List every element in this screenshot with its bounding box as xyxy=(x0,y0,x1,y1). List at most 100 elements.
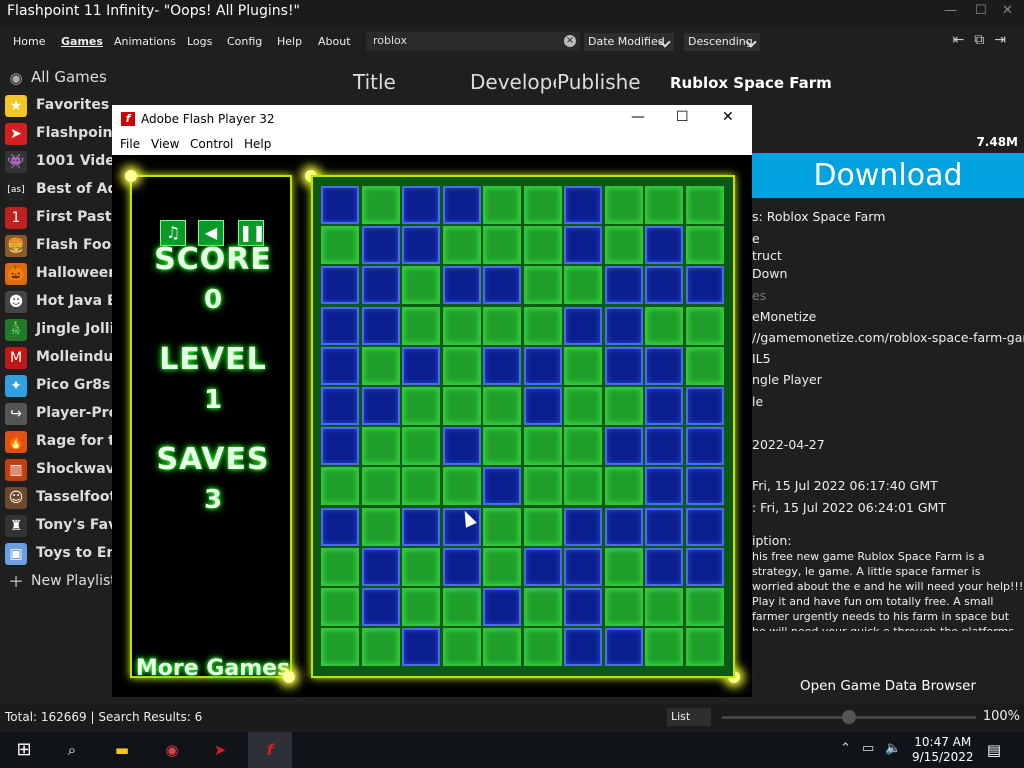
green-tile[interactable] xyxy=(361,628,400,667)
game-canvas[interactable]: ♫ ◀ ❚❚ SCORE 0 LEVEL 1 SAVES 3 More Game… xyxy=(112,155,752,697)
green-tile[interactable] xyxy=(442,226,481,265)
green-tile[interactable] xyxy=(483,507,521,546)
blue-tile[interactable] xyxy=(564,507,602,546)
sidebar-item-playlist[interactable]: M Molleindust xyxy=(0,344,112,372)
green-tile[interactable] xyxy=(564,266,602,305)
flashpoint-taskbar-icon[interactable]: ➤ xyxy=(208,738,232,762)
green-tile[interactable] xyxy=(645,588,683,626)
green-tile[interactable] xyxy=(483,226,521,265)
flash-maximize-button[interactable]: ☐ xyxy=(676,109,689,125)
zoom-slider-knob[interactable] xyxy=(842,710,856,724)
blue-tile[interactable] xyxy=(361,306,400,345)
green-tile[interactable] xyxy=(442,346,481,385)
sidebar-item-playlist[interactable]: 1 First Past th xyxy=(0,204,112,232)
blue-tile[interactable] xyxy=(685,387,724,425)
blue-tile[interactable] xyxy=(564,306,602,345)
flash-minimize-button[interactable]: — xyxy=(631,109,645,125)
green-tile[interactable] xyxy=(402,467,440,506)
blue-tile[interactable] xyxy=(321,387,359,425)
blue-tile[interactable] xyxy=(604,306,643,345)
search-icon[interactable]: ⌕ xyxy=(60,738,84,762)
green-tile[interactable] xyxy=(685,226,724,265)
green-tile[interactable] xyxy=(604,588,643,626)
sidebar-item-playlist[interactable]: ☻ Hot Java Be xyxy=(0,288,112,316)
sidebar-item-playlist[interactable]: ✦ Pico Gr8s by xyxy=(0,372,112,400)
blue-tile[interactable] xyxy=(523,387,562,425)
green-tile[interactable] xyxy=(361,346,400,385)
sidebar-item-playlist[interactable]: ☺ Tasselfoot's xyxy=(0,484,112,512)
green-tile[interactable] xyxy=(483,628,521,667)
sidebar-item-playlist[interactable]: ♜ Tony's Favo xyxy=(0,512,112,540)
blue-tile[interactable] xyxy=(604,346,643,385)
green-tile[interactable] xyxy=(523,427,562,466)
game-board[interactable] xyxy=(311,175,735,678)
green-tile[interactable] xyxy=(402,427,440,466)
blue-tile[interactable] xyxy=(361,387,400,425)
sidebar-item-playlist[interactable]: ▣ Toys to Enjo xyxy=(0,540,112,568)
chrome-icon[interactable]: ◉ xyxy=(160,738,184,762)
green-tile[interactable] xyxy=(645,306,683,345)
menu-help[interactable]: Help xyxy=(277,35,302,48)
maximize-button[interactable]: ☐ xyxy=(975,3,987,18)
flash-menu-help[interactable]: Help xyxy=(244,137,271,151)
blue-tile[interactable] xyxy=(402,226,440,265)
green-tile[interactable] xyxy=(645,186,683,224)
green-tile[interactable] xyxy=(402,387,440,425)
blue-tile[interactable] xyxy=(321,306,359,345)
sidebar-item-playlist[interactable]: [as] Best of Adu xyxy=(0,176,112,204)
green-tile[interactable] xyxy=(361,186,400,224)
sidebar-item-all-games[interactable]: ◉ All Games xyxy=(0,64,112,92)
blue-tile[interactable] xyxy=(361,266,400,305)
green-tile[interactable] xyxy=(564,387,602,425)
sidebar-item-playlist[interactable]: 🍔 Flash Food xyxy=(0,232,112,260)
green-tile[interactable] xyxy=(483,427,521,466)
open-game-data-button[interactable]: Open Game Data Browser xyxy=(752,678,1024,696)
green-tile[interactable] xyxy=(523,467,562,506)
green-tile[interactable] xyxy=(604,387,643,425)
windows-start-icon[interactable]: ⊞ xyxy=(12,738,36,762)
blue-tile[interactable] xyxy=(402,628,440,667)
file-explorer-icon[interactable]: ▬ xyxy=(110,738,134,762)
chevron-up-icon[interactable]: ⌃ xyxy=(840,741,851,756)
clock[interactable]: 10:47 AM 9/15/2022 xyxy=(912,735,974,765)
network-icon[interactable]: ▭ xyxy=(862,741,874,756)
blue-tile[interactable] xyxy=(685,507,724,546)
green-tile[interactable] xyxy=(321,588,359,626)
green-tile[interactable] xyxy=(402,266,440,305)
green-tile[interactable] xyxy=(523,588,562,626)
blue-tile[interactable] xyxy=(604,507,643,546)
blue-tile[interactable] xyxy=(645,427,683,466)
sidebar-new-playlist[interactable]: + New Playlist xyxy=(0,568,112,596)
flash-menu-view[interactable]: View xyxy=(151,137,179,151)
column-publisher[interactable]: Publisher xyxy=(557,70,641,94)
green-tile[interactable] xyxy=(685,186,724,224)
blue-tile[interactable] xyxy=(564,547,602,586)
green-tile[interactable] xyxy=(321,547,359,586)
blue-tile[interactable] xyxy=(321,346,359,385)
green-tile[interactable] xyxy=(604,186,643,224)
view-mode-dropdown[interactable]: List xyxy=(667,708,711,726)
green-tile[interactable] xyxy=(564,346,602,385)
menu-logs[interactable]: Logs xyxy=(187,35,212,48)
blue-tile[interactable] xyxy=(442,266,481,305)
green-tile[interactable] xyxy=(483,186,521,224)
sidebar-item-playlist[interactable]: 🔥 Rage for the xyxy=(0,428,112,456)
volume-icon[interactable]: 🔈 xyxy=(885,741,901,756)
sidebar-item-playlist[interactable]: ↪ Player-Prod xyxy=(0,400,112,428)
blue-tile[interactable] xyxy=(321,507,359,546)
green-tile[interactable] xyxy=(564,427,602,466)
search-input[interactable]: roblox × xyxy=(366,32,580,51)
green-tile[interactable] xyxy=(523,628,562,667)
blue-tile[interactable] xyxy=(361,547,400,586)
flash-close-button[interactable]: ✕ xyxy=(722,109,734,125)
green-tile[interactable] xyxy=(321,467,359,506)
blue-tile[interactable] xyxy=(321,266,359,305)
green-tile[interactable] xyxy=(361,507,400,546)
green-tile[interactable] xyxy=(442,628,481,667)
green-tile[interactable] xyxy=(564,467,602,506)
green-tile[interactable] xyxy=(685,346,724,385)
blue-tile[interactable] xyxy=(685,266,724,305)
blue-tile[interactable] xyxy=(321,186,359,224)
blue-tile[interactable] xyxy=(523,547,562,586)
sidebar-item-playlist[interactable]: ▥ Shockwave xyxy=(0,456,112,484)
